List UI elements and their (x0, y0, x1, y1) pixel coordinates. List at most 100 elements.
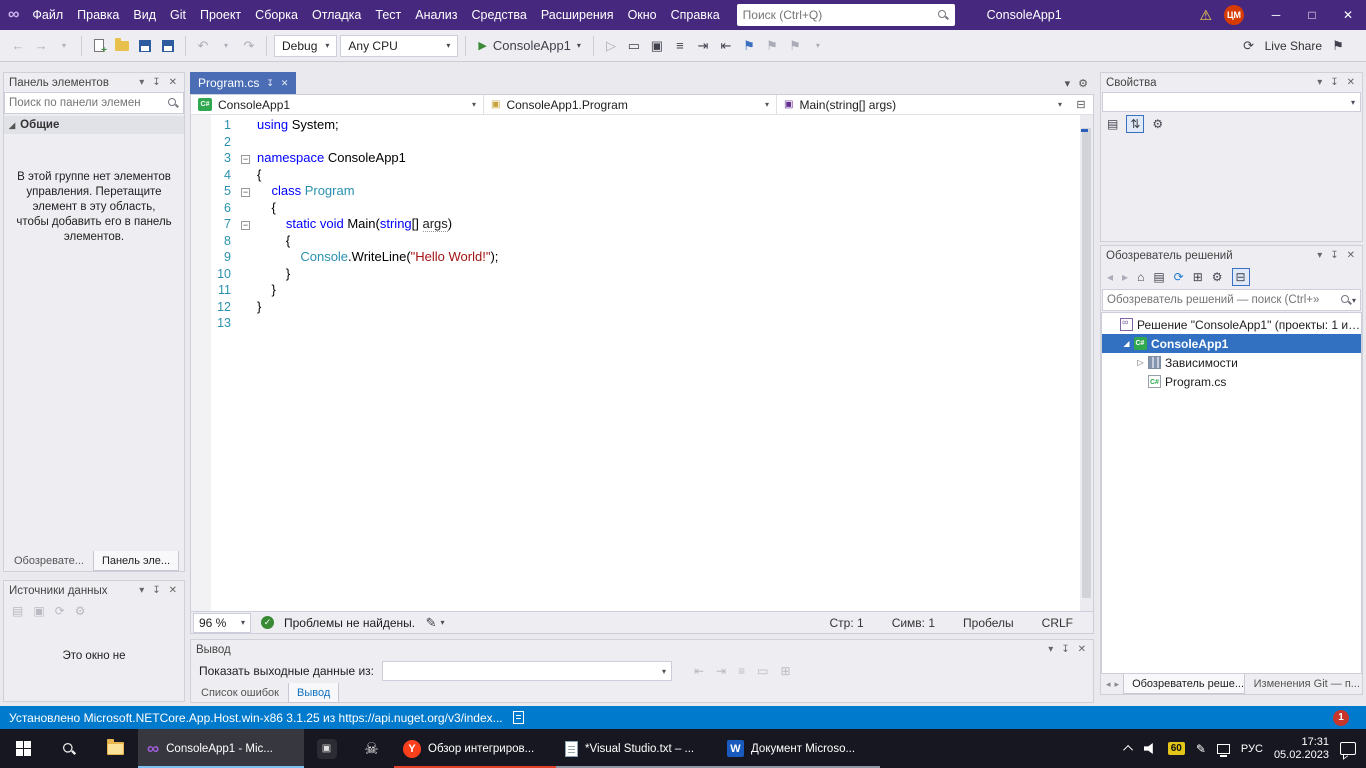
tab-toolbox[interactable]: Панель эле... (93, 551, 179, 571)
properties-wrench-icon[interactable]: ⚙ (1212, 270, 1223, 284)
save-all-icon[interactable] (158, 34, 178, 58)
prev-bookmark-icon[interactable]: ⚑ (785, 34, 805, 58)
edit-dataset-icon[interactable]: ▣ (33, 604, 44, 618)
menu-debug[interactable]: Отладка (305, 8, 368, 22)
column-indicator[interactable]: Симв: 1 (892, 616, 935, 630)
outdent-icon[interactable]: ⇤ (716, 34, 736, 58)
editor-layout-icon[interactable]: ▣ (647, 34, 667, 58)
navigation-dropdown-icon[interactable]: ▾ (54, 34, 74, 58)
toolbox-header[interactable]: Панель элементов ▾ ↧ ✕ (4, 73, 184, 92)
preview-selected-icon[interactable]: ⊟ (1232, 268, 1250, 286)
breakpoints-window-icon[interactable]: ▭ (624, 34, 644, 58)
start-without-debugging-icon[interactable]: ▷ (601, 34, 621, 58)
menu-view[interactable]: Вид (126, 8, 163, 22)
project-dropdown[interactable]: C# ConsoleApp1 ▾ (191, 95, 484, 114)
fold-collapse-icon[interactable]: − (241, 221, 250, 230)
quick-search-input[interactable] (743, 8, 933, 22)
tab-server-explorer[interactable]: Обозревате... (6, 551, 92, 571)
bookmark-icon[interactable]: ⚑ (739, 34, 759, 58)
code-line-13[interactable]: 13 (211, 315, 1079, 332)
start-debugging-button[interactable]: ▶ ConsoleApp1 ▾ (473, 34, 586, 58)
undo-icon[interactable]: ↶ (193, 34, 213, 58)
clear-all-icon[interactable]: ≡ (738, 664, 745, 678)
properties-object-combobox[interactable]: ▾ (1102, 92, 1361, 112)
code-line-6[interactable]: 6 { (211, 200, 1079, 217)
menu-edit[interactable]: Правка (70, 8, 126, 22)
navigate-forward-icon[interactable]: → (31, 34, 51, 58)
window-position-icon[interactable]: ▾ (1046, 644, 1055, 655)
scroll-tabs-left-icon[interactable]: ◂ (1106, 679, 1111, 690)
code-line-1[interactable]: 1using System; (211, 117, 1079, 134)
tree-expand-icon[interactable]: ▷ (1134, 358, 1147, 367)
code-line-2[interactable]: 2 (211, 134, 1079, 151)
user-avatar[interactable]: ЦМ (1224, 5, 1244, 25)
close-button[interactable]: ✕ (1330, 0, 1366, 30)
code-line-8[interactable]: 8 { (211, 233, 1079, 250)
close-icon[interactable]: ✕ (1076, 644, 1088, 655)
notifications-badge[interactable]: 1 (1333, 710, 1349, 726)
fold-collapse-icon[interactable]: − (241, 188, 250, 197)
refresh-icon[interactable]: ⟳ (55, 604, 65, 618)
tab-git-changes[interactable]: Изменения Git — п... (1246, 674, 1360, 694)
window-position-icon[interactable]: ▾ (137, 585, 146, 596)
categorized-icon[interactable]: ▤ (1107, 117, 1118, 131)
problems-status-text[interactable]: Проблемы не найдены. (284, 616, 415, 630)
code-line-4[interactable]: 4{ (211, 167, 1079, 184)
package-log-icon[interactable] (513, 711, 524, 724)
document-options-gear-icon[interactable]: ⚙ (1078, 77, 1088, 90)
configure-icon[interactable]: ⚙ (75, 604, 86, 618)
menu-build[interactable]: Сборка (248, 8, 305, 22)
file-explorer-button[interactable] (92, 729, 138, 768)
auto-hide-pin-icon[interactable]: ↧ (1328, 77, 1340, 88)
show-hidden-icons-chevron[interactable] (1123, 745, 1133, 755)
taskbar-pinned-game[interactable]: ☠ (349, 729, 394, 768)
word-wrap-icon[interactable]: ▭ (757, 664, 768, 678)
refresh-sync-icon[interactable]: ⟳ (1174, 270, 1184, 284)
toolbox-group-general[interactable]: ◢ Общие (4, 116, 184, 134)
menu-tools[interactable]: Средства (464, 8, 533, 22)
toolbox-search-box[interactable] (4, 92, 184, 114)
scrollbar-thumb[interactable] (1082, 128, 1091, 598)
code-line-12[interactable]: 12} (211, 299, 1079, 316)
add-data-source-icon[interactable]: ▤ (12, 604, 23, 618)
toggle-autoscroll-icon[interactable]: ⊞ (780, 664, 790, 678)
project-consoleapp1[interactable]: ◢ConsoleApp1 (1102, 334, 1361, 353)
dependencies-node[interactable]: ▷Зависимости (1102, 353, 1361, 372)
save-icon[interactable] (135, 34, 155, 58)
scroll-tabs-right-icon[interactable]: ▸ (1115, 679, 1120, 690)
taskbar-app-notepad[interactable]: *Visual Studio.txt – ... (556, 729, 718, 768)
fold-collapse-icon[interactable]: − (241, 155, 250, 164)
quick-search-box[interactable] (737, 4, 955, 26)
close-icon[interactable]: ✕ (167, 77, 179, 88)
window-position-icon[interactable]: ▾ (1315, 77, 1324, 88)
line-structure-icon[interactable]: ≡ (670, 34, 690, 58)
auto-hide-pin-icon[interactable]: ↧ (1059, 644, 1071, 655)
tab-solution-explorer[interactable]: Обозреватель реше... (1123, 674, 1245, 694)
close-icon[interactable]: ✕ (167, 585, 179, 596)
tab-error-list[interactable]: Список ошибок (193, 683, 287, 703)
configuration-combobox[interactable]: Debug ▾ (274, 35, 337, 57)
code-line-3[interactable]: 3−namespace ConsoleApp1 (211, 150, 1079, 167)
code-line-5[interactable]: 5− class Program (211, 183, 1079, 200)
property-pages-wrench-icon[interactable]: ⚙ (1152, 117, 1163, 131)
volume-icon[interactable] (1144, 743, 1157, 755)
menu-analyze[interactable]: Анализ (408, 8, 464, 22)
find-message-icon[interactable]: ⇤ (694, 664, 704, 678)
zoom-combobox[interactable]: 96 % ▾ (193, 613, 251, 633)
switch-views-icon[interactable]: ▤ (1153, 270, 1164, 284)
solution-search-input[interactable] (1107, 294, 1340, 306)
toolbar-options-icon[interactable]: ▾ (808, 34, 828, 58)
home-icon[interactable]: ⌂ (1137, 270, 1144, 284)
code-editor[interactable]: 1using System;23−namespace ConsoleApp14{… (190, 115, 1094, 612)
tab-output[interactable]: Вывод (288, 683, 339, 703)
code-line-11[interactable]: 11 } (211, 282, 1079, 299)
solution-node[interactable]: Решение "ConsoleApp1" (проекты: 1 из 1) (1102, 315, 1361, 334)
notification-warning-icon[interactable]: ⚠ (1199, 7, 1212, 24)
alphabetical-sort-icon[interactable]: ⇅ (1126, 115, 1144, 133)
navigate-back-icon[interactable]: ← (8, 34, 28, 58)
fold-margin[interactable]: − (241, 183, 257, 200)
solution-explorer-header[interactable]: Обозреватель решений ▾ ↧ ✕ (1101, 246, 1362, 265)
taskbar-search-button[interactable] (46, 729, 92, 768)
menu-file[interactable]: Файл (25, 8, 70, 22)
start-button[interactable] (0, 729, 46, 768)
